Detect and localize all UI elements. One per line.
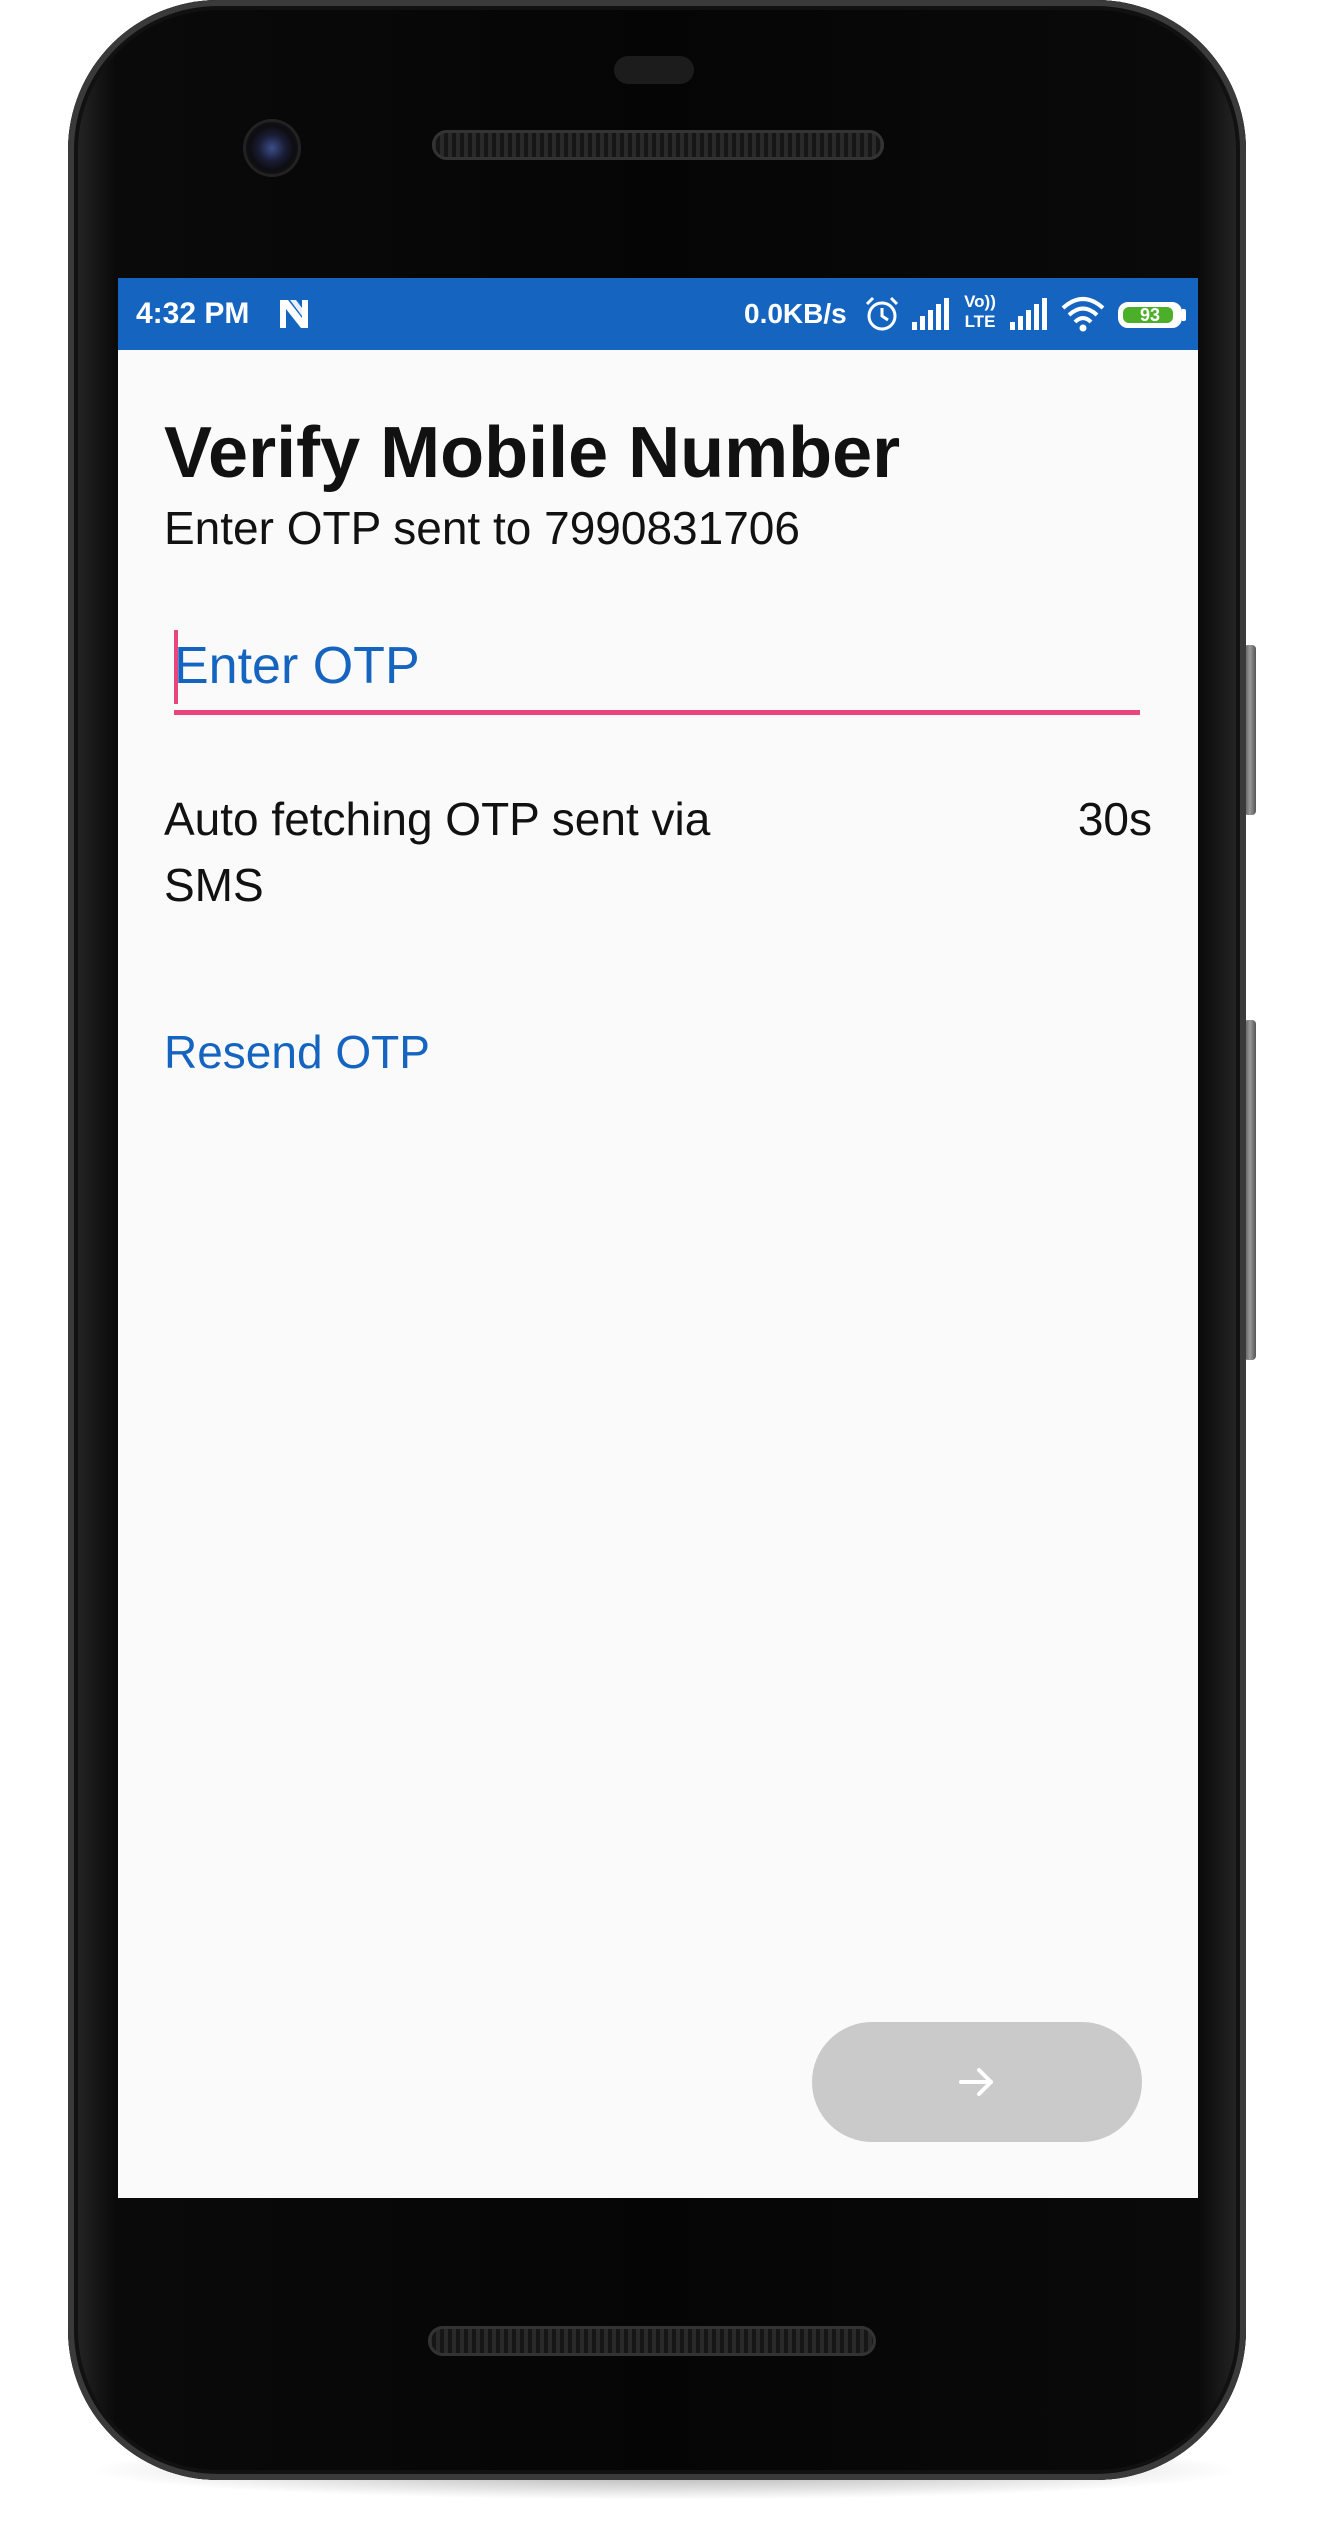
otp-underline	[174, 710, 1140, 715]
wifi-icon	[1061, 297, 1105, 332]
page-subtitle: Enter OTP sent to 7990831706	[164, 502, 800, 554]
alarm-icon	[865, 296, 899, 331]
signal-icon-secondary	[1010, 298, 1047, 330]
autofetch-message: Auto fetching OTP sent via SMS	[164, 793, 711, 911]
bottom-speaker	[428, 2326, 876, 2356]
volte-label-bottom: LTE	[964, 312, 996, 331]
app-screen: 4:32 PM 0.0KB/s Vo)) LTE 93 Verify Mobil…	[118, 278, 1198, 2198]
earpiece-speaker	[432, 130, 884, 160]
otp-field[interactable]	[174, 624, 1140, 715]
volte-icon: Vo)) LTE	[960, 292, 1000, 336]
network-speed: 0.0KB/s	[744, 298, 847, 329]
resend-otp-link[interactable]: Resend OTP	[164, 1022, 430, 1082]
text-cursor	[174, 630, 178, 704]
battery-icon: 93	[1118, 302, 1182, 328]
volte-label-top: Vo))	[964, 292, 996, 311]
proximity-sensor	[614, 56, 694, 84]
notification-n-icon	[280, 300, 308, 328]
page-title: Verify Mobile Number	[164, 413, 901, 493]
countdown-timer: 30s	[1077, 793, 1152, 845]
signal-icon	[912, 298, 949, 330]
battery-level: 93	[1139, 305, 1161, 325]
otp-input[interactable]	[174, 624, 1140, 708]
next-button[interactable]	[812, 2022, 1142, 2142]
status-time: 4:32 PM	[136, 297, 250, 330]
front-camera	[246, 122, 298, 174]
status-bar: 4:32 PM 0.0KB/s Vo)) LTE 93	[118, 278, 1198, 350]
battery-nub	[1182, 309, 1186, 321]
arrow-right-icon	[959, 2068, 993, 2096]
